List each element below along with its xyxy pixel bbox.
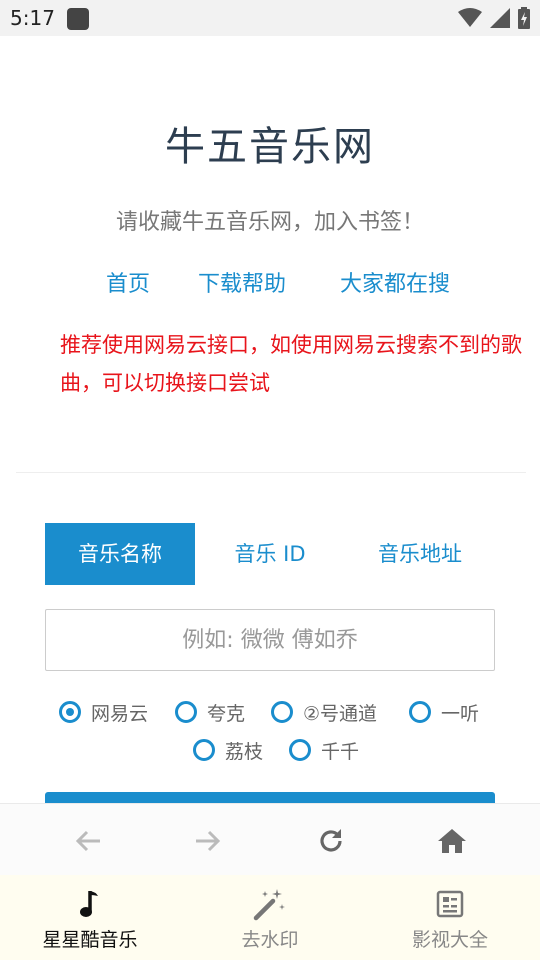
divider [16, 472, 526, 473]
status-time: 5:17 [10, 6, 55, 30]
reload-button[interactable] [316, 826, 346, 856]
bottom-tab-label: 影视大全 [411, 929, 488, 951]
bottom-tab-label: 去水印 [241, 929, 299, 951]
arrow-right-icon [196, 830, 221, 852]
battery-icon [518, 7, 530, 29]
browser-nav-bar [0, 803, 540, 876]
radio-label: 千千 [321, 740, 360, 763]
bottom-tab-bar: 星星酷音乐 去水印 影视大全 [0, 875, 540, 960]
search-type-tabs: 音乐名称 音乐 ID 音乐地址 [45, 523, 495, 585]
page-title: 牛五音乐网 [165, 124, 375, 170]
tab-music-id[interactable]: 音乐 ID [210, 523, 330, 585]
search-input[interactable] [45, 609, 495, 671]
bottom-tab-watermark[interactable]: 去水印 [180, 875, 360, 960]
radio-unchecked-icon [289, 739, 311, 761]
radio-checked-icon [59, 701, 81, 723]
radio-channel-2[interactable]: ②号通道 [271, 699, 377, 725]
radio-lizhi[interactable]: 荔枝 [193, 737, 263, 763]
radio-label: 夸克 [207, 702, 246, 725]
nav-link-popular-searches[interactable]: 大家都在搜 [340, 266, 450, 298]
radio-unchecked-icon [175, 701, 197, 723]
radio-unchecked-icon [193, 739, 215, 761]
radio-yiting[interactable]: 一听 [409, 699, 479, 725]
notification-app-icon [67, 8, 89, 30]
radio-label: ②号通道 [303, 702, 378, 725]
radio-label: 荔枝 [225, 740, 264, 763]
radio-quark[interactable]: 夸克 [175, 699, 245, 725]
magic-wand-icon [253, 889, 285, 921]
back-button[interactable] [73, 826, 103, 856]
bottom-tab-label: 星星酷音乐 [42, 929, 138, 951]
tab-music-name[interactable]: 音乐名称 [45, 523, 195, 585]
bottom-tab-videos[interactable]: 影视大全 [360, 875, 540, 960]
reload-icon [320, 829, 342, 852]
home-icon [438, 829, 466, 853]
music-note-icon [80, 891, 98, 917]
video-list-icon [436, 890, 464, 918]
nav-link-home[interactable]: 首页 [106, 266, 150, 298]
signal-icon [490, 8, 510, 28]
page-subtitle: 请收藏牛五音乐网，加入书签！ [115, 210, 424, 235]
tab-music-url[interactable]: 音乐地址 [355, 523, 485, 585]
radio-label: 一听 [441, 702, 480, 725]
forward-button[interactable] [193, 826, 223, 856]
radio-netease[interactable]: 网易云 [59, 699, 148, 725]
radio-qianqian[interactable]: 千千 [289, 737, 359, 763]
status-bar: 5:17 [0, 0, 540, 36]
wifi-icon [458, 8, 482, 27]
notice-text: 推荐使用网易云接口，如使用网易云搜索不到的歌曲，可以切换接口尝试 [60, 333, 522, 395]
status-icons [458, 7, 530, 29]
radio-unchecked-icon [409, 701, 431, 723]
nav-link-download-help[interactable]: 下载帮助 [198, 266, 286, 298]
nav-links: 首页 下载帮助 大家都在搜 [0, 266, 540, 298]
bottom-tab-music[interactable]: 星星酷音乐 [0, 875, 180, 960]
radio-unchecked-icon [271, 701, 293, 723]
radio-label: 网易云 [91, 702, 149, 725]
arrow-left-icon [75, 830, 100, 852]
home-button[interactable] [437, 826, 467, 856]
